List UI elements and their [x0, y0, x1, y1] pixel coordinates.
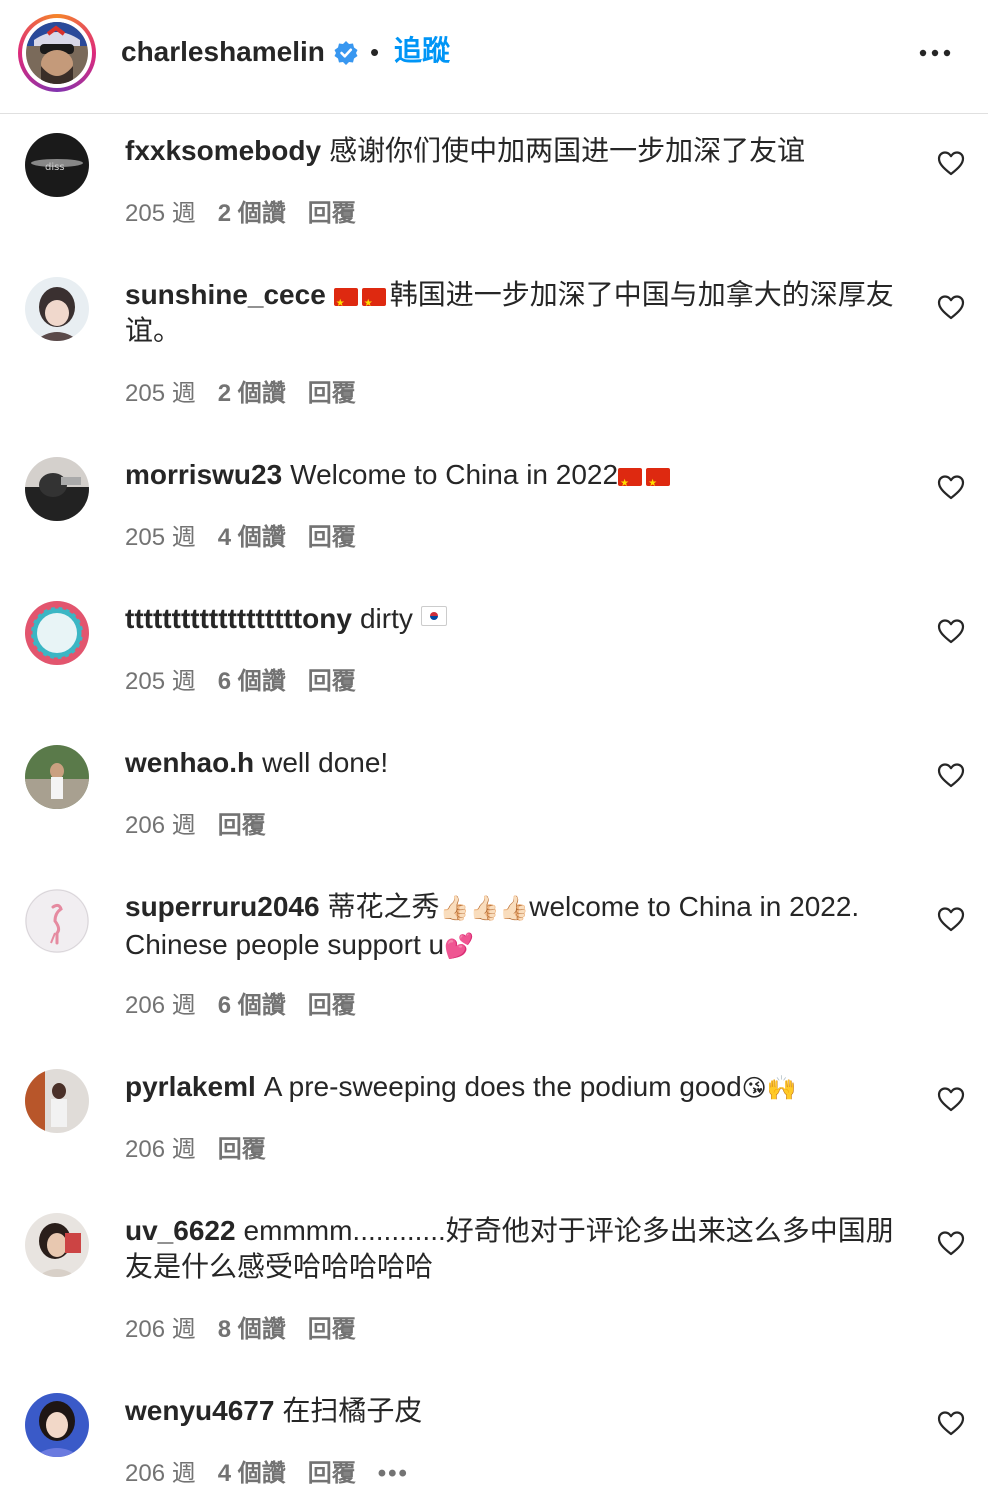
comment-username[interactable]: pyrlakeml — [125, 1071, 256, 1102]
kissing-face-icon: 😘🙌 — [741, 1075, 797, 1102]
heart-icon[interactable] — [937, 474, 965, 500]
comment-content: emmmm............好奇他对于评论多出来这么多中国朋友是什么感受哈… — [125, 1215, 894, 1282]
reply-button[interactable]: 回覆 — [218, 1136, 266, 1163]
avatar[interactable] — [25, 1213, 89, 1277]
comment-meta: 205 週 2 個讚 回覆 — [125, 199, 378, 229]
more-horizontal-icon[interactable] — [915, 40, 955, 66]
reply-button[interactable]: 回覆 — [308, 992, 356, 1019]
comment-meta: 206 週回覆 — [125, 1135, 288, 1165]
china-flag-icon — [618, 466, 643, 502]
comment-username[interactable]: wenyu4677 — [125, 1395, 274, 1426]
post-header: charleshamelin • 追蹤 — [0, 0, 988, 114]
reply-button[interactable]: 回覆 — [308, 1460, 356, 1487]
heart-icon[interactable] — [937, 294, 965, 320]
comment-text: tttttttttttttttttttony dirty — [125, 601, 905, 637]
comment-time[interactable]: 205 週 — [125, 524, 196, 551]
verified-badge-icon — [334, 41, 358, 65]
comment-username[interactable]: fxxksomebody — [125, 135, 321, 166]
comment-meta: 206 週 6 個讚 回覆 — [125, 991, 378, 1021]
reply-button[interactable]: 回覆 — [308, 668, 356, 695]
china-flag-icon — [361, 286, 386, 322]
comment-likes[interactable]: 4 個讚 — [218, 1460, 286, 1487]
comment-text: fxxksomebody 感谢你们使中加两国进一步加深了友谊 — [125, 133, 905, 169]
heart-icon[interactable] — [937, 618, 965, 644]
comment-likes[interactable]: 6 個讚 — [218, 992, 286, 1019]
comment-content: 感谢你们使中加两国进一步加深了友谊 — [329, 135, 806, 166]
comment-time[interactable]: 205 週 — [125, 200, 196, 227]
thumbs-up-icon: 👍🏻👍🏻👍🏻 — [439, 895, 530, 922]
comment-likes[interactable]: 8 個讚 — [218, 1316, 286, 1343]
heart-icon[interactable] — [937, 150, 965, 176]
separator-dot: • — [370, 37, 380, 67]
comment-content: 蒂花之秀 — [327, 891, 440, 922]
comment-text: sunshine_cece韩国进一步加深了中国与加拿大的深厚友谊。 — [125, 277, 905, 349]
avatar[interactable] — [26, 22, 88, 84]
reply-button[interactable]: 回覆 — [308, 200, 356, 227]
heart-icon[interactable] — [937, 906, 965, 932]
comment-time[interactable]: 205 週 — [125, 668, 196, 695]
comment-username[interactable]: sunshine_cece — [125, 279, 326, 310]
comment-time[interactable]: 206 週 — [125, 1460, 196, 1487]
comment-likes[interactable]: 2 個讚 — [218, 380, 286, 407]
comment-meta: 206 週回覆 — [125, 811, 288, 841]
comment-meta: 205 週 6 個讚 回覆 — [125, 667, 378, 697]
heart-icon[interactable] — [937, 1086, 965, 1112]
avatar[interactable] — [25, 601, 89, 665]
avatar[interactable] — [25, 277, 89, 341]
comment-likes[interactable]: 2 個讚 — [218, 200, 286, 227]
reply-button[interactable]: 回覆 — [308, 380, 356, 407]
heart-icon[interactable] — [937, 1230, 965, 1256]
reply-button[interactable]: 回覆 — [308, 1316, 356, 1343]
comment-meta: 205 週 2 個讚 回覆 — [125, 379, 378, 409]
svg-text:diss: diss — [45, 162, 65, 173]
avatar[interactable] — [25, 1393, 89, 1457]
comment-time[interactable]: 206 週 — [125, 812, 196, 839]
korea-flag-icon — [420, 606, 447, 626]
comment-time[interactable]: 206 週 — [125, 992, 196, 1019]
comment-text: superruru2046 蒂花之秀👍🏻👍🏻👍🏻welcome to China … — [125, 889, 905, 965]
comment-username[interactable]: morriswu23 — [125, 459, 282, 490]
avatar[interactable]: diss — [25, 133, 89, 197]
comment-text: wenhao.h well done! — [125, 745, 905, 781]
reply-button[interactable]: 回覆 — [308, 524, 356, 551]
heart-icon[interactable] — [937, 1410, 965, 1436]
comment-text: morriswu23 Welcome to China in 2022 — [125, 457, 905, 502]
comment-time[interactable]: 205 週 — [125, 380, 196, 407]
comment-likes[interactable]: 4 個讚 — [218, 524, 286, 551]
comment-content: dirty — [359, 603, 413, 634]
avatar[interactable] — [25, 889, 89, 953]
china-flag-icon — [333, 286, 358, 322]
two-hearts-icon: 💕 — [444, 933, 475, 960]
china-flag-icon — [646, 466, 671, 502]
follow-button[interactable]: 追蹤 — [394, 32, 450, 70]
comment-likes[interactable]: 6 個讚 — [218, 668, 286, 695]
comment-username[interactable]: tttttttttttttttttttony — [125, 603, 352, 634]
comment-meta: 206 週 8 個讚 回覆 — [125, 1315, 378, 1345]
comment-content: A pre-sweeping does the podium good — [263, 1071, 742, 1102]
comment-more-icon[interactable]: ••• — [378, 1459, 409, 1489]
comment-text: pyrlakeml A pre-sweeping does the podium … — [125, 1069, 905, 1107]
comment-meta: 206 週 4 個讚 回覆 ••• — [125, 1459, 431, 1489]
comment-text: uv_6622 emmmm............好奇他对于评论多出来这么多中国朋… — [125, 1213, 905, 1285]
avatar[interactable] — [25, 745, 89, 809]
comment-username[interactable]: uv_6622 — [125, 1215, 236, 1246]
comment-time[interactable]: 206 週 — [125, 1316, 196, 1343]
comment-username[interactable]: superruru2046 — [125, 891, 320, 922]
header-username[interactable]: charleshamelin — [121, 33, 325, 71]
avatar[interactable] — [25, 1069, 89, 1133]
comment-content: 在扫橘子皮 — [282, 1395, 423, 1426]
comment-text: wenyu4677 在扫橘子皮 — [125, 1393, 905, 1429]
comment-content: well done! — [262, 747, 389, 778]
comment-username[interactable]: wenhao.h — [125, 747, 254, 778]
comment-meta: 205 週 4 個讚 回覆 — [125, 523, 378, 553]
comment-content: Welcome to China in 2022 — [290, 459, 619, 490]
reply-button[interactable]: 回覆 — [218, 812, 266, 839]
heart-icon[interactable] — [937, 762, 965, 788]
avatar[interactable] — [25, 457, 89, 521]
comment-time[interactable]: 206 週 — [125, 1136, 196, 1163]
